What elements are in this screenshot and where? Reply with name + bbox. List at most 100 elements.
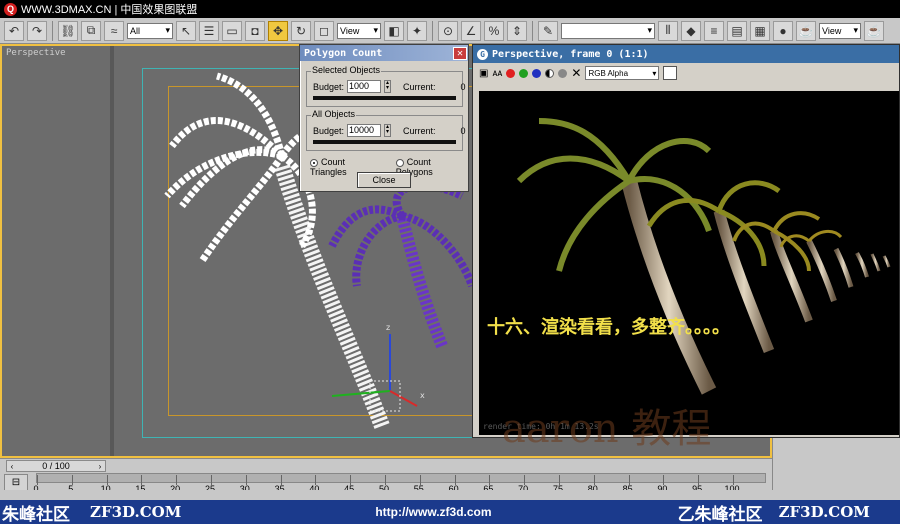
pivot-center-icon[interactable]: ◧: [384, 20, 404, 41]
undo-icon[interactable]: ↶: [4, 20, 24, 41]
blue-channel-icon[interactable]: [532, 68, 542, 78]
time-slider-label: 0 / 100: [42, 461, 70, 471]
all-objects-label: All Objects: [311, 109, 357, 119]
reference-coordinate-dropdown[interactable]: View ▾: [337, 22, 381, 39]
close-icon[interactable]: ✕: [453, 46, 467, 60]
align-icon[interactable]: ◆: [681, 20, 701, 41]
render-view-value: View: [822, 25, 842, 36]
alpha-channel-icon[interactable]: [545, 68, 555, 78]
selected-budget-input[interactable]: 1000: [347, 80, 382, 93]
selection-filter-value: All: [130, 25, 141, 36]
tutorial-caption: 十六、渲染看看，多整齐。。。。: [487, 317, 730, 338]
chevron-down-icon: ▾: [647, 25, 652, 35]
move-icon[interactable]: ✥: [268, 20, 288, 41]
mono-icon[interactable]: [558, 68, 568, 78]
site-header-text: WWW.3DMAX.CN | 中国效果图联盟: [21, 4, 198, 16]
select-object-icon[interactable]: ↖: [176, 20, 196, 41]
count-triangles-radio[interactable]: [310, 158, 318, 167]
rectangular-selection-icon[interactable]: ▭: [222, 20, 242, 41]
render-window-titlebar[interactable]: G Perspective, frame 0 (1:1): [473, 45, 899, 63]
selected-objects-label: Selected Objects: [311, 65, 382, 75]
clone-icon[interactable]: ᴀᴀ: [492, 68, 502, 79]
site-header: Q WWW.3DMAX.CN | 中国效果图联盟: [0, 0, 900, 18]
svg-text:x: x: [420, 391, 425, 400]
selected-budget-row: Budget: 1000 ▴ ▾ Current: 0: [313, 80, 466, 93]
snap-toggle-icon[interactable]: ⊙: [438, 20, 458, 41]
toolbar-divider: [532, 20, 533, 41]
toolbar-divider: [432, 20, 433, 41]
polygon-count-titlebar[interactable]: Polygon Count ✕: [300, 45, 468, 61]
all-budget-input[interactable]: 10000: [347, 124, 382, 137]
time-slider[interactable]: ‹ 0 / 100 ›: [6, 460, 106, 472]
render-frame-window: G Perspective, frame 0 (1:1) ▣ ᴀᴀ ✕ RGB …: [472, 44, 900, 438]
selected-current-value: 0: [460, 81, 466, 92]
footer-right-site: ZF3D.COM: [778, 503, 870, 521]
named-selection-set-dropdown[interactable]: ▾: [561, 22, 655, 39]
window-crossing-icon[interactable]: ◘: [245, 20, 265, 41]
selected-budget-spinner[interactable]: ▴ ▾: [384, 80, 392, 93]
all-objects-group: All Objects Budget: 10000 ▴ ▾ Current: 0: [306, 109, 466, 151]
percent-snap-icon[interactable]: %: [484, 20, 504, 41]
render-window-icon: G: [477, 48, 488, 60]
chevron-down-icon: ▾: [373, 25, 378, 35]
site-footer: 朱峰社区 ZF3D.COM http://www.zf3d.com 乙朱峰社区 …: [0, 500, 900, 524]
reference-coordinate-value: View: [340, 25, 360, 36]
footer-left-site: ZF3D.COM: [90, 503, 182, 521]
current-label: Current:: [403, 125, 436, 136]
scale-icon[interactable]: ◻: [314, 20, 334, 41]
site-logo-icon: Q: [4, 2, 17, 16]
angle-snap-icon[interactable]: ∠: [461, 20, 481, 41]
footer-left-cn: 朱峰社区: [2, 504, 70, 524]
material-editor-icon[interactable]: ●: [773, 20, 793, 41]
select-by-name-icon[interactable]: ☰: [199, 20, 219, 41]
edit-named-selection-icon[interactable]: ✎: [538, 20, 558, 41]
layer-manager-icon[interactable]: ≡: [704, 20, 724, 41]
palm-row: [516, 118, 891, 395]
clear-icon[interactable]: ✕: [571, 66, 581, 80]
screen: { "site_header": { "logo_icon": "site-lo…: [0, 0, 900, 524]
spinner-snap-icon[interactable]: ⇕: [507, 20, 527, 41]
current-label: Current:: [403, 81, 436, 92]
rotate-icon[interactable]: ↻: [291, 20, 311, 41]
render-view-dropdown[interactable]: View ▾: [819, 22, 861, 39]
rendered-palms: [516, 118, 891, 395]
curve-editor-icon[interactable]: ▤: [727, 20, 747, 41]
tutorial-watermark: aaron 教程: [502, 406, 712, 452]
status-bar: [0, 490, 900, 500]
close-button[interactable]: Close: [357, 172, 411, 188]
channel-dropdown[interactable]: RGB Alpha ▾: [585, 66, 660, 80]
render-window-title: Perspective, frame 0 (1:1): [492, 48, 649, 60]
budget-label: Budget:: [313, 81, 345, 92]
polygon-count-title: Polygon Count: [304, 47, 383, 59]
schematic-view-icon[interactable]: ▦: [750, 20, 770, 41]
main-toolbar: ↶ ↷ ⛓ ⧉ ≈ All ▾ ↖ ☰ ▭ ◘ ✥ ↻ ◻ View ▾ ◧ ✦ ⊙…: [0, 18, 900, 44]
redo-icon[interactable]: ↷: [27, 20, 47, 41]
unlink-icon[interactable]: ⧉: [81, 20, 101, 41]
all-current-value: 0: [460, 125, 466, 136]
count-polygons-radio[interactable]: [395, 158, 404, 167]
palm-tree-copy: [328, 181, 476, 349]
svg-text:z: z: [386, 323, 390, 332]
polygon-count-dialog: Polygon Count ✕ Selected Objects Budget:…: [299, 44, 469, 192]
green-channel-icon[interactable]: [519, 68, 529, 78]
save-icon[interactable]: ▣: [479, 68, 488, 79]
chevron-down-icon: ▾: [165, 25, 170, 35]
selected-objects-group: Selected Objects Budget: 1000 ▴ ▾ Current…: [306, 65, 466, 107]
footer-right-cn: 乙朱峰社区: [677, 504, 763, 524]
red-channel-icon[interactable]: [506, 68, 516, 78]
color-swatch[interactable]: [663, 66, 678, 80]
render-scene-icon[interactable]: ☕: [796, 20, 816, 41]
link-icon[interactable]: ⛓: [58, 20, 78, 41]
selection-filter-dropdown[interactable]: All ▾: [127, 22, 173, 39]
command-panel-stub: [772, 438, 900, 498]
all-budget-spinner[interactable]: ▴ ▾: [384, 124, 392, 137]
render-window-toolbar: ▣ ᴀᴀ ✕ RGB Alpha ▾: [473, 63, 899, 83]
chevron-down-icon: ▾: [853, 25, 858, 35]
mirror-icon[interactable]: ⫴: [658, 20, 678, 41]
bind-space-warp-icon[interactable]: ≈: [104, 20, 124, 41]
quick-render-icon[interactable]: ☕: [864, 20, 884, 41]
select-manipulate-icon[interactable]: ✦: [407, 20, 427, 41]
footer-url[interactable]: http://www.zf3d.com: [375, 505, 491, 519]
track-bar-timeline[interactable]: [36, 473, 766, 485]
chevron-down-icon: ▾: [652, 68, 657, 78]
